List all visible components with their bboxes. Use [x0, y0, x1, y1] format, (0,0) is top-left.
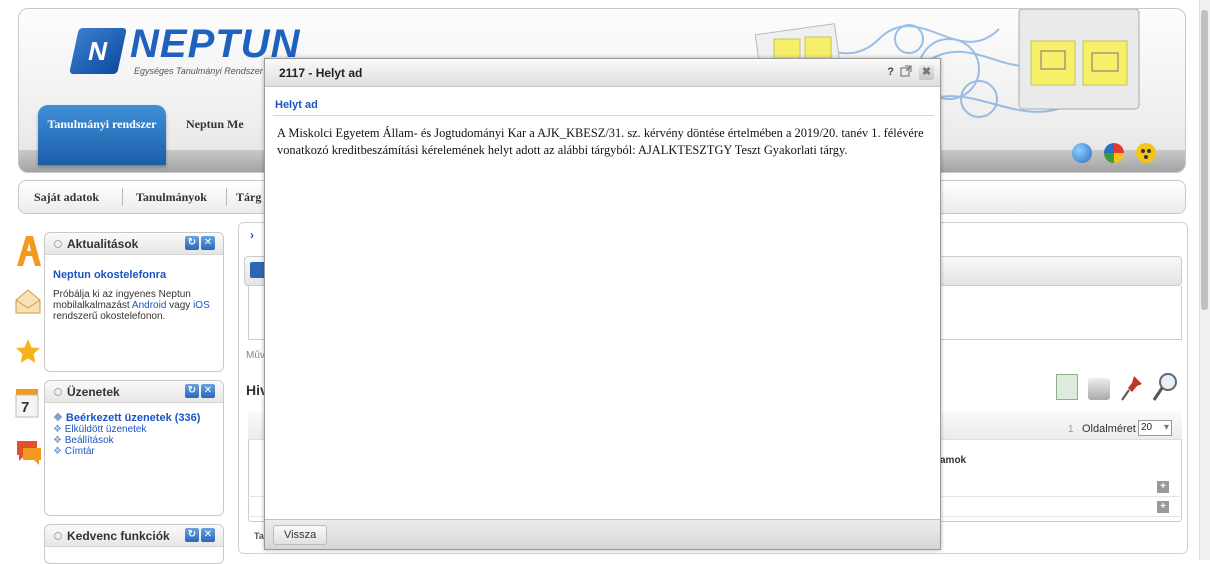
column-header[interactable]: amok [940, 455, 966, 466]
close-icon[interactable]: ✕ [201, 236, 215, 250]
divider [273, 115, 934, 116]
print-icon[interactable] [1088, 378, 1110, 400]
modal-message: A Miskolci Egyetem Állam- és Jogtudomány… [277, 126, 924, 157]
back-button[interactable]: Vissza [273, 525, 328, 545]
diamond-bullet-icon: ❖ [53, 435, 65, 446]
box-bullet-icon [54, 532, 62, 540]
refresh-icon[interactable]: ↻ [185, 528, 199, 542]
ios-link[interactable]: iOS [193, 300, 210, 311]
operations-label: Műv [246, 350, 265, 361]
scrollbar-thumb[interactable] [1201, 10, 1208, 310]
chevron-down-icon: ▾ [1163, 422, 1169, 433]
pager-page-number[interactable]: 1 [1068, 424, 1074, 435]
close-icon[interactable]: ✕ [201, 384, 215, 398]
accessibility-icon[interactable] [1136, 143, 1156, 163]
news-box-header: Aktualitások ↻ ✕ [45, 233, 223, 255]
messages-sent-label: Elküldött üzenetek [64, 424, 147, 435]
menu-sajat-adatok[interactable]: Saját adatok [34, 190, 99, 205]
refresh-icon[interactable]: ↻ [185, 236, 199, 250]
logo-subtitle: Egységes Tanulmányi Rendszer [134, 66, 263, 76]
android-link[interactable]: Android [132, 300, 166, 311]
news-text: Próbálja ki az ingyenes Neptun mobilalka… [53, 289, 215, 322]
modal-title: 2117 - Helyt ad [279, 66, 363, 80]
favorites-box-title: Kedvenc funkciók [67, 529, 170, 543]
favorites-box-header: Kedvenc funkciók ↻ ✕ [45, 525, 223, 547]
favorites-box: Kedvenc funkciók ↻ ✕ [44, 524, 224, 564]
modal-footer: Vissza [265, 519, 940, 549]
messages-directory-label: Címtár [64, 446, 95, 457]
close-icon[interactable]: ✖ [919, 65, 934, 80]
news-text-part: vagy [166, 300, 194, 311]
globe-icon[interactable] [1072, 143, 1092, 163]
messages-inbox-label: Beérkezett üzenetek (336) [65, 412, 201, 424]
excel-export-icon[interactable] [1056, 374, 1078, 400]
page-size-value: 20 [1141, 422, 1153, 433]
messages-box: Üzenetek ↻ ✕ ❖ Beérkezett üzenetek (336)… [44, 380, 224, 516]
search-icon[interactable] [1152, 372, 1178, 405]
star-icon[interactable] [15, 338, 41, 364]
svg-text:7: 7 [21, 399, 29, 416]
logo-icon: N [69, 28, 127, 74]
close-icon[interactable]: ✕ [201, 528, 215, 542]
menu-separator [226, 188, 227, 206]
page-size-select[interactable]: 20 ▾ [1138, 420, 1172, 436]
tab-fragment[interactable]: Ta [254, 531, 264, 541]
expand-icon[interactable]: + [1157, 481, 1169, 493]
page-size-label: Oldalméret [1082, 423, 1136, 435]
tab-neptun-me[interactable]: Neptun Me [186, 117, 244, 132]
help-icon[interactable]: ? [887, 66, 894, 78]
messages-inbox-link[interactable]: ❖ Beérkezett üzenetek (336) [53, 411, 215, 424]
messages-sent-link[interactable]: ❖ Elküldött üzenetek [53, 424, 215, 435]
modal-dialog: 2117 - Helyt ad ? ✖ Helyt ad A Miskolci … [264, 58, 941, 550]
diamond-bullet-icon: ❖ [53, 412, 66, 424]
expand-icon[interactable]: + [1157, 501, 1169, 513]
menu-tanulmanyok[interactable]: Tanulmányok [136, 190, 207, 205]
chat-icon[interactable] [15, 438, 41, 465]
messages-settings-label: Beállítások [64, 435, 114, 446]
font-size-icon[interactable] [15, 234, 41, 266]
messages-box-title: Üzenetek [67, 385, 120, 399]
modal-titlebar[interactable]: 2117 - Helyt ad ? ✖ [265, 59, 940, 87]
menu-targyak[interactable]: Tárg [236, 190, 261, 205]
refresh-icon[interactable]: ↻ [185, 384, 199, 398]
modal-subheading: Helyt ad [275, 99, 318, 111]
news-box-title: Aktualitások [67, 237, 139, 251]
popout-icon[interactable] [900, 65, 912, 77]
messages-settings-link[interactable]: ❖ Beállítások [53, 435, 215, 446]
box-bullet-icon [54, 240, 62, 248]
news-box: Aktualitások ↻ ✕ Neptun okostelefonra Pr… [44, 232, 224, 372]
news-headline[interactable]: Neptun okostelefonra [53, 269, 215, 281]
tab-tanulmanyi-rendszer[interactable]: Tanulmányi rendszer [38, 105, 166, 165]
news-text-part: rendszerű okostelefonon. [53, 311, 166, 322]
calendar-icon[interactable]: 7 [15, 388, 41, 418]
menu-separator [122, 188, 123, 206]
messages-directory-link[interactable]: ❖ Címtár [53, 446, 215, 457]
envelope-icon[interactable] [15, 288, 41, 314]
messages-box-header: Üzenetek ↻ ✕ [45, 381, 223, 403]
chevron-right-icon[interactable]: › [250, 228, 254, 242]
diamond-bullet-icon: ❖ [53, 424, 65, 435]
pin-icon[interactable] [1120, 374, 1144, 405]
diamond-bullet-icon: ❖ [53, 446, 65, 457]
box-bullet-icon [54, 388, 62, 396]
color-theme-icon[interactable] [1104, 143, 1124, 163]
